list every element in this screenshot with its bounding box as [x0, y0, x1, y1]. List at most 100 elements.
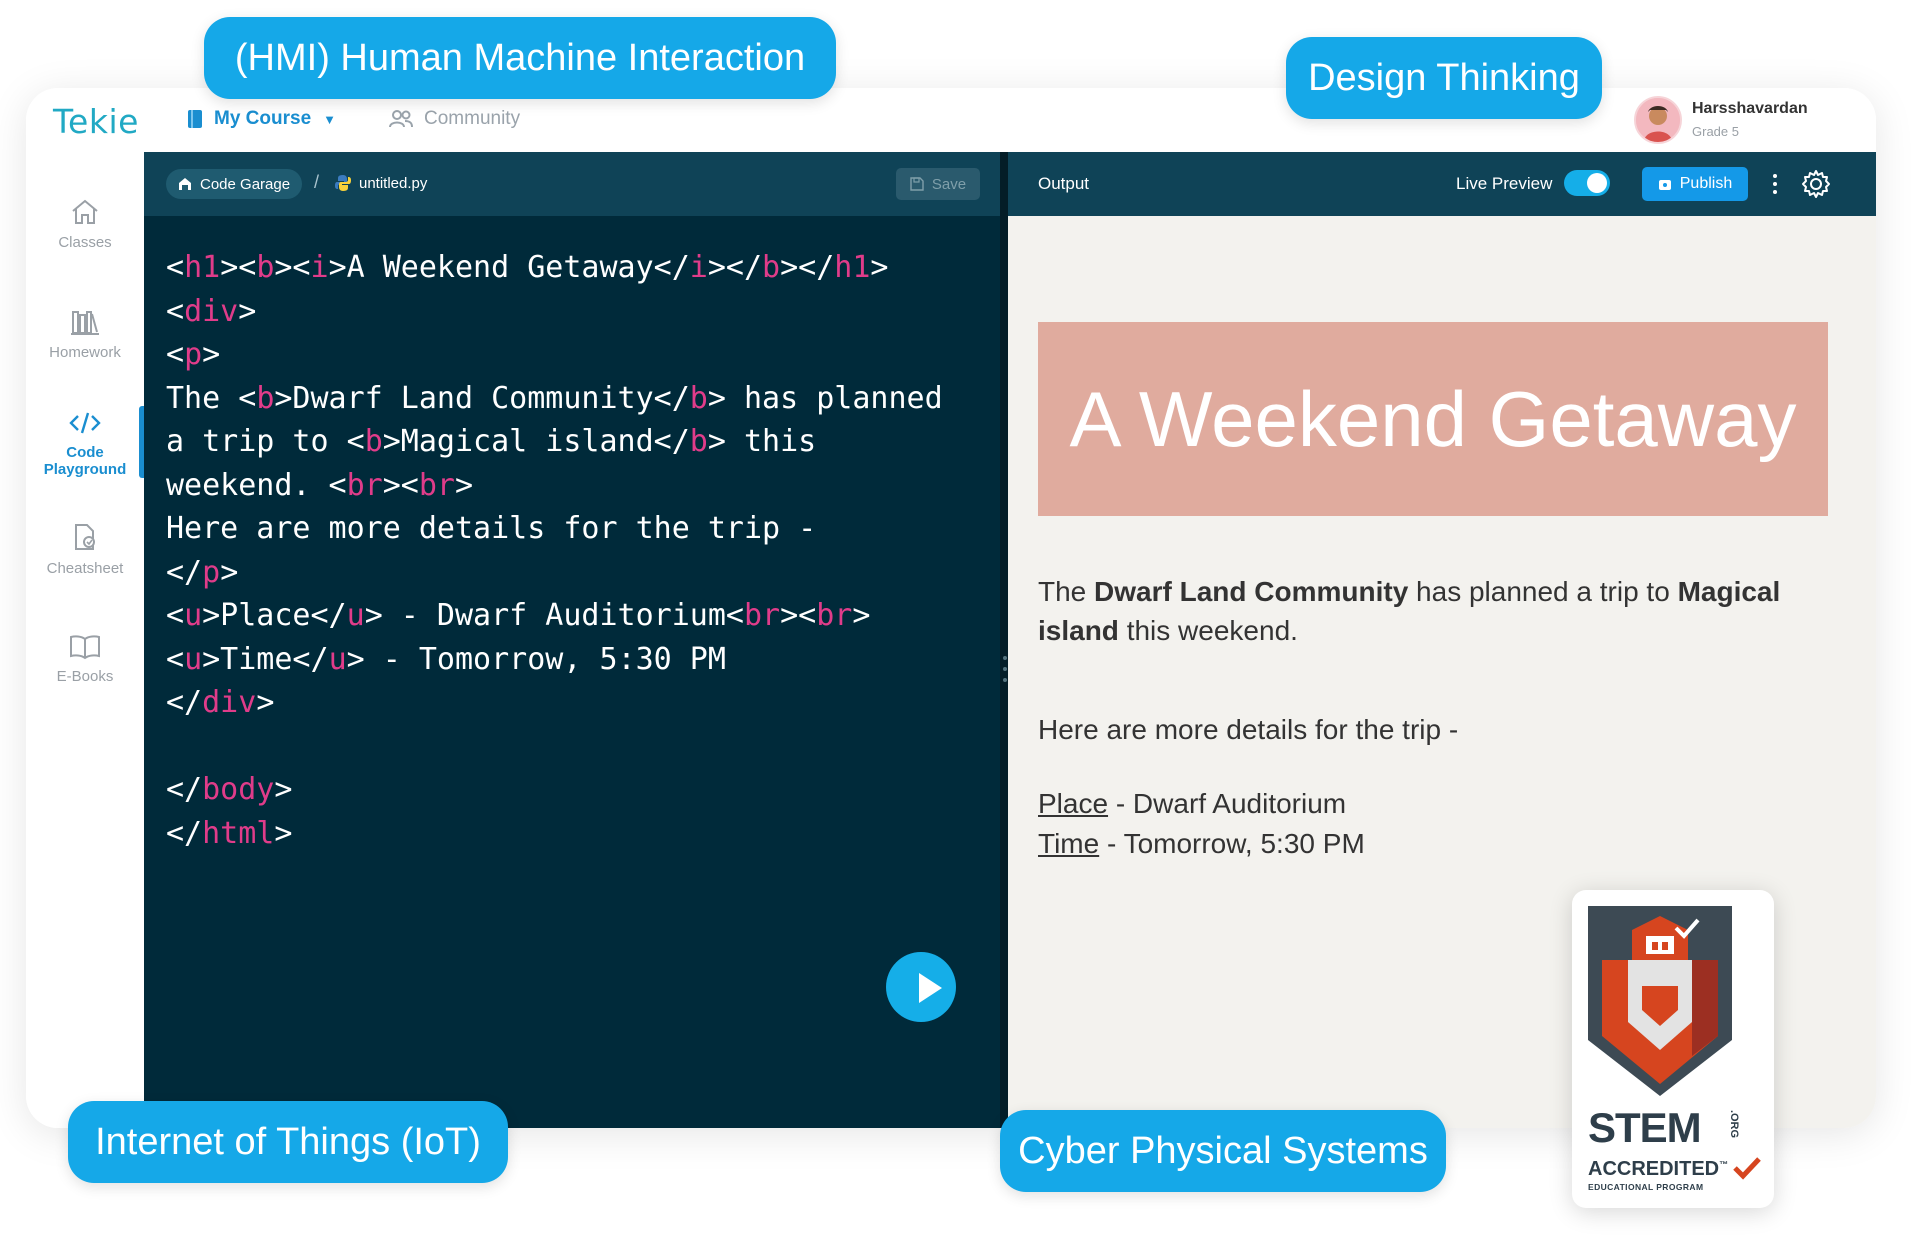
code-tag-name: html	[202, 815, 275, 851]
code-text-token: >	[274, 815, 293, 851]
sidebar-item-label: Homework	[49, 344, 121, 361]
play-icon	[919, 973, 942, 1003]
run-button[interactable]	[886, 952, 956, 1022]
code-text-token: ></	[707, 250, 763, 285]
code-text-token: >	[202, 337, 221, 372]
code-text-token: >Magical island</	[382, 424, 690, 459]
badge-stem-text: STEM	[1588, 1104, 1702, 1151]
code-text-token: </	[166, 815, 203, 851]
para-text: this weekend.	[1118, 615, 1298, 646]
nav-community[interactable]: Community	[388, 108, 520, 130]
code-tag-name: p	[202, 554, 221, 590]
live-preview-toggle[interactable]	[1564, 170, 1610, 196]
code-text-token: <	[166, 641, 185, 677]
gear-icon[interactable]	[1800, 168, 1832, 200]
code-text-token: ><	[780, 598, 817, 633]
stem-shield-icon	[1588, 906, 1732, 1096]
file-tab[interactable]: untitled.py	[334, 174, 427, 192]
save-button[interactable]: Save	[896, 168, 980, 200]
nav-community-label: Community	[424, 108, 521, 129]
pill-cyber-physical: Cyber Physical Systems	[1000, 1110, 1446, 1192]
code-text-token: </	[166, 685, 203, 720]
user-grade: Grade 5	[1692, 124, 1739, 139]
sidebar-item-code-playground[interactable]: Code Playground	[26, 410, 144, 478]
code-text[interactable]: <h1><b><i>A Weekend Getaway</i></b></h1>…	[166, 246, 943, 855]
pane-divider[interactable]	[1000, 152, 1008, 1128]
code-tag-name: h1	[834, 250, 871, 285]
course-book-icon	[188, 110, 202, 128]
code-tag-name: u	[184, 598, 203, 633]
sidebar-item-homework[interactable]: Homework	[26, 308, 144, 361]
breadcrumb-label: Code Garage	[200, 175, 291, 193]
code-line: </p>	[166, 551, 943, 595]
publish-button[interactable]: Publish	[1642, 167, 1748, 201]
breadcrumb-code-garage[interactable]: Code Garage	[166, 169, 303, 199]
code-text-token: ><	[274, 250, 311, 285]
save-icon	[910, 177, 924, 191]
preview-time: Time - Tomorrow, 5:30 PM	[1038, 828, 1365, 860]
code-text-token: <	[166, 337, 185, 372]
code-tag-name: u	[184, 641, 203, 677]
code-line: <h1><b><i>A Weekend Getaway</i></b></h1>	[166, 246, 943, 290]
sidebar-item-classes[interactable]: Classes	[26, 198, 144, 251]
place-label: Place	[1038, 788, 1109, 819]
code-text-token: </	[166, 772, 203, 807]
more-options-icon[interactable]	[1768, 170, 1782, 198]
code-line: </div>	[166, 681, 943, 725]
pill-design-thinking: Design Thinking	[1286, 37, 1602, 119]
code-line: </body>	[166, 768, 943, 812]
preview-paragraph: The Dwarf Land Community has planned a t…	[1038, 572, 1828, 650]
home-icon	[72, 199, 98, 224]
code-line: a trip to <b>Magical island</b> this	[166, 420, 943, 464]
code-text-token: Here are more details for the trip -	[166, 511, 817, 546]
code-text-token: >	[870, 250, 889, 285]
stem-badge: STEM .ORG ACCREDITED™ EDUCATIONAL PROGRA…	[1572, 890, 1774, 1208]
badge-accredited-text: ACCREDITED™	[1588, 1158, 1728, 1181]
code-tag-name: body	[202, 772, 275, 807]
nav-my-course[interactable]: My Course ▼	[186, 108, 336, 130]
tekie-logo[interactable]: Tekie	[53, 102, 139, 141]
code-text-token: > this	[707, 424, 817, 459]
code-text-token: >	[238, 293, 257, 329]
user-name: Harsshavardan	[1692, 100, 1808, 117]
code-line: weekend. <br><br>	[166, 464, 943, 508]
code-editor[interactable]: Code Garage / untitled.py Save <h1><b><i…	[144, 152, 1000, 1128]
code-tag-name: br	[743, 598, 781, 633]
para-text: has planned a trip to	[1408, 576, 1678, 607]
code-text-token: >Place</	[202, 598, 347, 633]
code-text-token: >	[274, 772, 293, 807]
badge-program-text: EDUCATIONAL PROGRAM	[1588, 1182, 1704, 1192]
preview-place: Place - Dwarf Auditorium	[1038, 788, 1346, 820]
code-line: The <b>Dwarf Land Community</b> has plan…	[166, 377, 943, 421]
code-text-token: The <	[166, 380, 257, 416]
cheatsheet-icon	[75, 524, 95, 550]
code-tag-name: i	[310, 250, 329, 285]
code-text-token: > has planned	[707, 380, 943, 416]
code-line: <u>Place</u> - Dwarf Auditorium<br><br>	[166, 594, 943, 638]
book-open-icon	[70, 635, 100, 660]
sidebar-item-cheatsheet[interactable]: Cheatsheet	[26, 522, 144, 577]
badge-org-text: .ORG	[1728, 1109, 1741, 1139]
code-text-token: a trip to <	[166, 424, 365, 459]
file-name: untitled.py	[359, 174, 428, 192]
sidebar-item-e-books[interactable]: E-Books	[26, 634, 144, 685]
code-tag-name: br	[418, 467, 455, 503]
code-text-token: <	[166, 250, 185, 285]
editor-toolbar: Code Garage / untitled.py Save	[144, 152, 1000, 216]
code-tag-name: u	[328, 641, 347, 677]
user-card[interactable]: Harsshavardan Grade 5	[1616, 88, 1876, 152]
badge-tm: ™	[1719, 1159, 1729, 1170]
resize-handle[interactable]	[1003, 656, 1007, 696]
para-text: The	[1038, 576, 1095, 607]
code-tag-name: h1	[184, 250, 221, 285]
code-tag-name: p	[184, 337, 203, 372]
time-label: Time	[1038, 828, 1100, 859]
sidebar-item-label: E-Books	[56, 668, 114, 685]
code-tag-name: b	[762, 250, 781, 285]
code-tag-name: div	[202, 685, 257, 720]
code-line: Here are more details for the trip -	[166, 507, 943, 551]
badge-accredited-label: ACCREDITED	[1588, 1158, 1720, 1180]
code-line: <u>Time</u> - Tomorrow, 5:30 PM	[166, 638, 943, 682]
code-text-token: > - Dwarf Auditorium<	[364, 598, 744, 633]
avatar[interactable]	[1634, 96, 1682, 144]
